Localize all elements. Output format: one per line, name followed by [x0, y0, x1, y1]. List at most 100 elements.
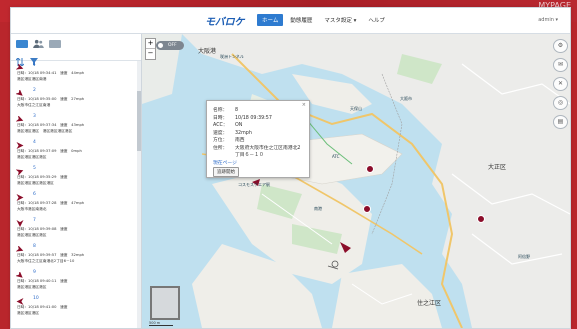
vehicle-marker-icon [16, 246, 24, 253]
vehicle-status: 日時：10/18 09:35:00 速度 27mph [17, 97, 85, 101]
vehicle-marker-icon [16, 220, 24, 227]
vehicle-address: 港区港区港区 港区港区港区港区 [17, 129, 73, 133]
map-label: 大正区 [488, 164, 507, 171]
map-label: コスモスクエア駅 [238, 182, 270, 187]
vehicle-status: 日時：10/18 09:35:29 速度 [17, 175, 68, 179]
vehicle-address: 港区港区港区南港 [17, 77, 47, 81]
map-view[interactable]: 大阪港 大正区 住之江区 咲洲トンネル 大阪市 南港 コスモスクエア駅 ATC … [142, 34, 570, 328]
vehicle-marker-icon [16, 64, 24, 71]
map-label: 天保山 [350, 106, 362, 111]
list-item[interactable]: 3 日時：10/18 09:37:34 速度 43mph 港区港区港区 港区港区港区… [14, 113, 139, 139]
popup-detail-link[interactable]: 現在ページ [213, 159, 237, 166]
popup-key: ACC： [213, 123, 228, 128]
map-canvas[interactable] [142, 34, 570, 328]
popup-value: ON [235, 123, 243, 128]
map-tool-button[interactable]: ⚙ [553, 39, 568, 53]
popup-value: 32mph [235, 130, 252, 136]
map-tool-button[interactable]: ✉ [553, 58, 568, 72]
vehicle-marker-icon [16, 168, 24, 175]
popup-key: 住所： [213, 145, 228, 151]
list-item[interactable]: 10 日時：10/18 09:41:00 速度 港区港区港区 [14, 295, 139, 321]
vehicle-status: 日時：10/18 09:34:41 速度 44mph [17, 71, 85, 75]
popup-row: 速度： 32mph [213, 129, 252, 136]
vehicle-list: 1 日時：10/18 09:34:41 速度 44mph 港区港区港区南港 2 日時：1… [11, 61, 139, 328]
list-item[interactable]: 1 日時：10/18 09:34:41 速度 44mph 港区港区港区南港 [14, 61, 139, 87]
zoom-out-button[interactable]: − [146, 48, 155, 58]
vehicle-number: 5 [33, 166, 36, 171]
sidebar: 1 日時：10/18 09:34:41 速度 44mph 港区港区港区南港 2 日時：1… [11, 34, 142, 328]
map-tool-button[interactable]: ▤ [553, 115, 568, 129]
nav-item[interactable]: 動態履歴 [285, 14, 317, 26]
vehicle-status: 日時：10/18 09:41:00 速度 [17, 305, 68, 309]
nav-item[interactable]: ホーム [257, 14, 284, 26]
map-label: 大阪市 [400, 96, 412, 101]
vehicle-marker-icon [16, 90, 24, 97]
map-tools: ⚙ ✉ ✕ ◎ ▤ [553, 39, 568, 134]
popup-key: 名称： [213, 108, 228, 113]
people-icon[interactable] [33, 39, 44, 48]
app-logo[interactable]: モバロケ [205, 13, 244, 28]
nav-item[interactable]: マスタ設定 ▾ [319, 14, 361, 26]
scroll-thumb[interactable] [137, 91, 141, 151]
track-start-button[interactable]: 追跡開始 [213, 167, 239, 177]
list-item[interactable]: 9 日時：10/18 09:40:11 速度 港区港区港区港区 [14, 269, 139, 295]
popup-value: 8 [235, 108, 239, 113]
list-item[interactable]: 7 日時：10/18 09:39:08 速度 港区港区港区港区 [14, 217, 139, 243]
popup-close-button[interactable]: × [302, 102, 306, 108]
top-bar: モバロケ ホーム 動態履歴 マスタ設定 ▾ ヘルプ admin ▾ [11, 8, 570, 34]
vehicle-address: 港区港区港区港区 [17, 155, 47, 159]
popup-row: 日時： 10/18 09:39:57 [213, 114, 272, 121]
main-nav: ホーム 動態履歴 マスタ設定 ▾ ヘルプ [257, 14, 390, 26]
vehicle-status: 日時：10/18 09:39:57 速度 32mph [17, 253, 85, 257]
list-item[interactable]: 4 日時：10/18 09:37:09 速度 0mph 港区港区港区港区 [14, 139, 139, 165]
vehicle-marker-icon [16, 194, 24, 201]
list-item[interactable]: 5 日時：10/18 09:35:29 速度 港区港区港区港区港区 [14, 165, 139, 191]
vehicle-marker-icon [16, 298, 24, 305]
vehicle-marker[interactable] [366, 165, 374, 173]
vehicle-address: 港区港区港区 [17, 311, 40, 315]
nav-item[interactable]: ヘルプ [363, 14, 390, 26]
vehicle-address: 港区港区港区港区 [17, 285, 47, 289]
vehicle-number: 7 [33, 218, 36, 223]
zoom-in-button[interactable]: + [146, 39, 155, 48]
user-menu[interactable]: admin ▾ [538, 17, 558, 23]
sort-icon[interactable] [15, 51, 25, 67]
vehicle-number: 1 [33, 62, 36, 67]
popup-row: ACC： ON [213, 121, 242, 128]
vehicle-status: 日時：10/18 09:40:11 速度 [17, 279, 68, 283]
map-tool-button[interactable]: ✕ [553, 77, 568, 91]
popup-row: 名称： 8 [213, 106, 238, 113]
popup-key: 方位： [213, 138, 228, 143]
popup-value: 10/18 09:39:57 [235, 115, 272, 121]
vehicle-status: 日時：10/18 09:37:09 速度 0mph [17, 149, 82, 153]
vehicle-marker[interactable] [477, 215, 485, 223]
list-view-icon[interactable] [16, 40, 28, 48]
zoom-control: + − [145, 38, 156, 60]
vehicle-number: 2 [33, 88, 36, 93]
vehicle-number: 3 [33, 114, 36, 119]
map-scale: 500 m [149, 321, 173, 326]
vehicle-address: 大阪市港区南港北 [17, 207, 47, 211]
vehicle-marker[interactable] [363, 205, 371, 213]
list-item[interactable]: 6 日時：10/18 09:37:28 速度 47mph 大阪市港区南港北 [14, 191, 139, 217]
app-window: モバロケ ホーム 動態履歴 マスタ設定 ▾ ヘルプ admin ▾ 1 日時：10/18… [10, 7, 571, 329]
vehicle-address: 港区港区港区港区 [17, 233, 47, 237]
popup-key: 日時： [213, 115, 228, 121]
vehicle-address: 大阪市住之江区南港 [17, 103, 51, 107]
vehicle-number: 10 [33, 296, 39, 301]
map-label: ATC [332, 154, 340, 159]
map-label: 大阪港 [198, 48, 217, 55]
minimap[interactable] [150, 286, 180, 320]
map-tool-button[interactable]: ◎ [553, 96, 568, 110]
filter-icon[interactable] [30, 51, 38, 66]
sort-filter-row [15, 51, 38, 67]
map-label: 咲洲トンネル [220, 54, 244, 59]
vehicle-number: 9 [33, 270, 36, 275]
vehicle-info-popup: × 名称： 8 日時： 10/18 09:39:57 ACC： ON 速度： 32mph 方位：… [206, 100, 310, 178]
layer-toggle[interactable]: OFF [156, 41, 184, 50]
card-view-icon[interactable] [49, 40, 61, 48]
list-item[interactable]: 2 日時：10/18 09:35:00 速度 27mph 大阪市住之江区南港 [14, 87, 139, 113]
list-item[interactable]: 8 日時：10/18 09:39:57 速度 32mph 大阪市住之江区南港北2丁目… [14, 243, 139, 269]
sidebar-scrollbar[interactable] [137, 61, 141, 328]
popup-value: 丁目６－１０ [235, 153, 264, 158]
